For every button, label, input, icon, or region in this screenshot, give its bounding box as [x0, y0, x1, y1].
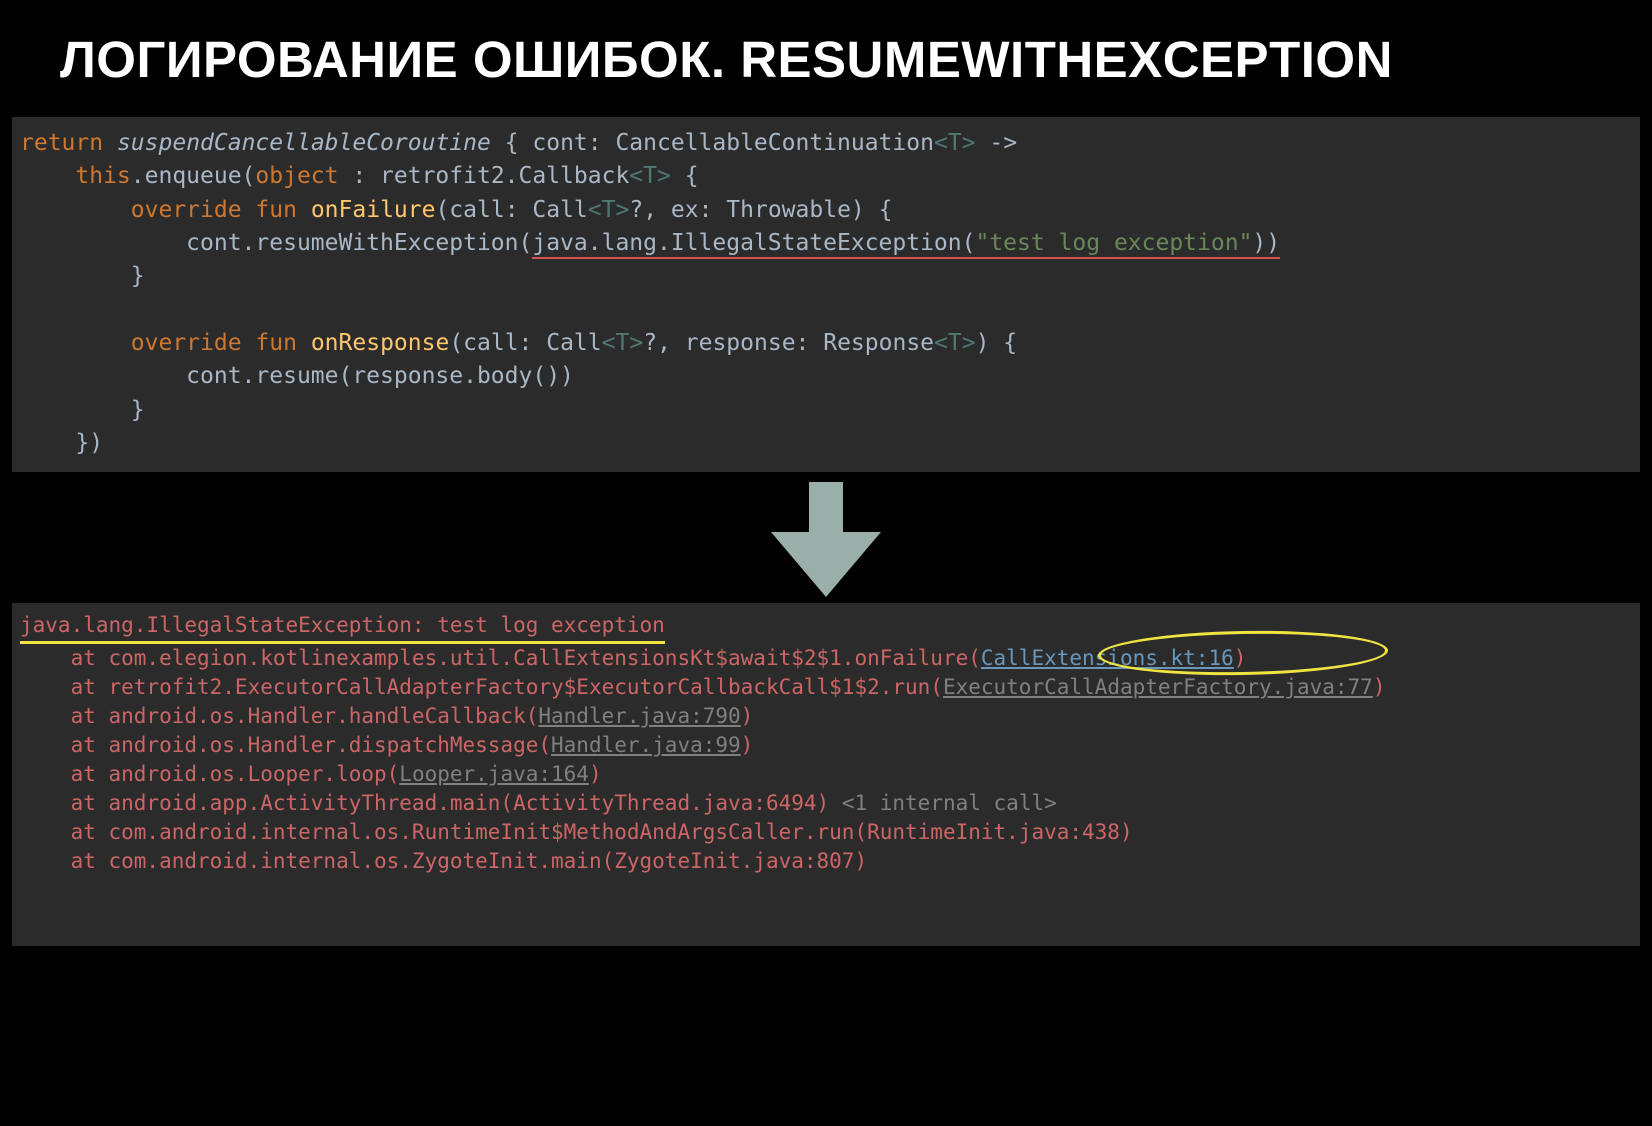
stack-trace: java.lang.IllegalStateException: test lo… [12, 603, 1640, 946]
generic-T5: T [948, 330, 962, 356]
stack-line-7: at com.android.internal.os.RuntimeInit$M… [20, 820, 1133, 844]
close-paren2: )) [1252, 230, 1280, 256]
cont-decl: { cont: CancellableContinuation [505, 130, 934, 156]
slide-root: ЛОГИРОВАНИЕ ОШИБОК. RESUMEWITHEXCEPTION … [0, 0, 1652, 946]
generic-close: > [962, 130, 976, 156]
arrow-down-icon [60, 472, 1592, 603]
fn-onresponse: onResponse [311, 330, 449, 356]
stack-line-6: at android.app.ActivityThread.main(Activ… [20, 791, 1057, 815]
rbrace2: } [131, 397, 145, 423]
stack-line-5: at android.os.Looper.loop(Looper.java:16… [20, 762, 602, 786]
generic-T4: T [616, 330, 630, 356]
kw-object: object [255, 163, 338, 189]
generic-T: T [948, 130, 962, 156]
generic-close2: > [657, 163, 671, 189]
file-link-executor[interactable]: ExecutorCallAdapterFactory.java:77 [943, 675, 1373, 699]
callback-type: : retrofit2.Callback [339, 163, 630, 189]
onfailure-params2: ?, ex: Throwable) { [629, 197, 892, 223]
stack-line-3: at android.os.Handler.handleCallback(Han… [20, 704, 753, 728]
cont-resume-ex: cont.resumeWithException( [186, 230, 532, 256]
java-ise: java.lang.IllegalStateException( [532, 230, 975, 256]
generic-open4: < [602, 330, 616, 356]
file-link-handler790[interactable]: Handler.java:790 [538, 704, 740, 728]
close-resp: ) { [976, 330, 1018, 356]
file-link-callextensions[interactable]: CallExtensions.kt:16 [981, 646, 1234, 670]
kw-override2: override [131, 330, 242, 356]
onresponse-params2: ?, response: Response [643, 330, 934, 356]
close-enq: }) [75, 430, 103, 456]
generic-open2: < [629, 163, 643, 189]
slide-title: ЛОГИРОВАНИЕ ОШИБОК. RESUMEWITHEXCEPTION [60, 30, 1592, 89]
kw-fun2: fun [255, 330, 297, 356]
stack-line-4: at android.os.Handler.dispatchMessage(Ha… [20, 733, 753, 757]
stack-line-1: at com.elegion.kotlinexamples.util.CallE… [20, 646, 1246, 670]
file-link-handler99[interactable]: Handler.java:99 [551, 733, 741, 757]
kw-this: this [75, 163, 130, 189]
kw-return: return [20, 130, 103, 156]
kw-override: override [131, 197, 242, 223]
generic-T3: T [602, 197, 616, 223]
onfailure-params: (call: Call [435, 197, 587, 223]
generic-close3: > [616, 197, 630, 223]
arrow: -> [976, 130, 1018, 156]
internal-call-hint: <1 internal call> [842, 791, 1057, 815]
fn-suspend: suspendCancellableCoroutine [117, 130, 491, 156]
generic-T2: T [643, 163, 657, 189]
generic-close5: > [962, 330, 976, 356]
cont-resume: cont.resume(response.body()) [186, 363, 574, 389]
generic-close4: > [629, 330, 643, 356]
file-link-looper[interactable]: Looper.java:164 [399, 762, 589, 786]
rbrace1: } [131, 263, 145, 289]
fn-onfailure: onFailure [311, 197, 436, 223]
generic-open: < [934, 130, 948, 156]
onresponse-params: (call: Call [449, 330, 601, 356]
exception-header: java.lang.IllegalStateException: test lo… [20, 611, 665, 644]
stack-line-8: at com.android.internal.os.ZygoteInit.ma… [20, 849, 867, 873]
stack-line-2: at retrofit2.ExecutorCallAdapterFactory$… [20, 675, 1385, 699]
generic-open3: < [588, 197, 602, 223]
kw-fun: fun [255, 197, 297, 223]
str-msg: "test log exception" [975, 230, 1252, 256]
enqueue-call: .enqueue( [131, 163, 256, 189]
generic-open5: < [934, 330, 948, 356]
lbrace2: { [671, 163, 699, 189]
code-snippet: return suspendCancellableCoroutine { con… [12, 117, 1640, 472]
